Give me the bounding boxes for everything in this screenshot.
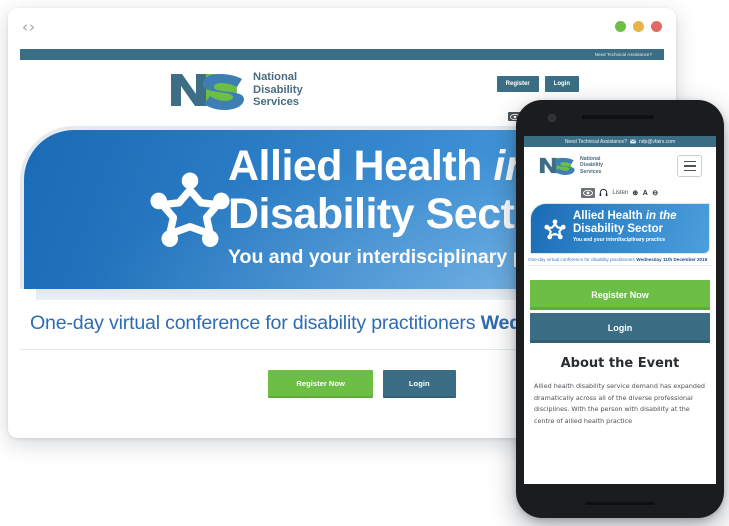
phone-nds-words: National Disability Services <box>580 156 603 175</box>
desktop-assistance-text: Need Technical Assistance? <box>594 52 652 57</box>
phone-bottom-bezel <box>516 484 724 518</box>
phone-hero-title-line2: Disability Sector <box>573 223 664 235</box>
burger-line <box>683 160 696 163</box>
window-close-button[interactable] <box>651 21 662 32</box>
phone-accessibility-toolbar: Listen ⊕ A ⊖ <box>524 185 716 201</box>
nds-word-line1: National <box>253 71 298 84</box>
conference-text: One-day virtual conference for disabilit… <box>30 312 481 334</box>
phone-hero-text: Allied Health in the Disability Sector Y… <box>573 210 677 244</box>
eye-icon[interactable] <box>581 188 596 198</box>
nds-logo[interactable]: National Disability Services <box>168 70 303 110</box>
browser-nav-arrows[interactable]: ‹› <box>22 20 36 35</box>
nds-logo-mark <box>171 74 244 110</box>
nav-forward-icon[interactable]: › <box>29 18 36 36</box>
earpiece-speaker-icon <box>582 115 654 119</box>
listen-label[interactable]: Listen <box>612 190 628 196</box>
burger-line <box>683 165 696 167</box>
decrease-font-icon[interactable]: ⊖ <box>652 189 658 197</box>
phone-nds-line3: Services <box>580 168 602 175</box>
desktop-assistance-strip: Need Technical Assistance? <box>20 49 664 60</box>
phone-hero-wrapper: Allied Health in the Disability Sector Y… <box>530 203 710 254</box>
screenshot-stage: ‹› Need Technical Assistance? National D… <box>0 0 729 526</box>
nds-logo-mark <box>539 157 575 175</box>
phone-top-bezel <box>516 100 724 136</box>
headphones-icon[interactable] <box>599 184 608 202</box>
phone-divider <box>528 265 712 266</box>
hamburger-menu-icon[interactable] <box>677 155 702 177</box>
nav-back-icon[interactable]: ‹ <box>22 18 29 36</box>
phone-assistance-text: Need Technical Assistance? <box>564 138 627 145</box>
phone-hero-banner: Allied Health in the Disability Sector Y… <box>530 203 710 254</box>
about-the-event-paragraph: Allied health disability service demand … <box>534 382 705 425</box>
login-cta-button[interactable]: Login <box>382 370 456 398</box>
burger-line <box>683 169 696 172</box>
phone-login-button[interactable]: Login <box>530 313 710 343</box>
phone-nds-logo[interactable]: National Disability Services <box>538 156 603 175</box>
desktop-hero-text: Allied Health in Disability Sect You and… <box>228 142 531 270</box>
phone-cta-group: Register Now Login <box>530 280 710 343</box>
phone-conference-text: One-day virtual conference for disabilit… <box>528 257 637 262</box>
phone-hero-title-line1: Allied Health in the <box>573 210 677 222</box>
phone-assistance-strip: Need Technical Assistance? ndp@vfairs.co… <box>524 136 716 147</box>
phone-assistance-email[interactable]: ndp@vfairs.com <box>639 139 675 145</box>
register-button[interactable]: Register <box>496 76 539 92</box>
nds-logo-words: National Disability Services <box>253 71 303 109</box>
login-button[interactable]: Login <box>544 76 579 92</box>
window-controls <box>615 21 662 32</box>
phone-conference-date: Wednesday 11th December 2019 <box>636 257 708 262</box>
phone-hero-subtitle: You and your interdisciplinary practice <box>573 237 666 243</box>
hero-subtitle: You and your interdisciplinary p <box>228 246 525 268</box>
home-bar-icon <box>585 502 655 505</box>
phone-device: Need Technical Assistance? ndp@vfairs.co… <box>516 100 724 518</box>
window-maximize-button[interactable] <box>633 21 644 32</box>
mail-icon <box>630 139 636 144</box>
desktop-header-buttons: Register Login <box>496 76 579 92</box>
hero-title-line2: Disability Sect <box>228 190 515 238</box>
about-the-event-heading: About the Event <box>560 356 680 371</box>
phone-nds-line2: Disability <box>580 162 604 169</box>
font-size-label: A <box>642 189 649 197</box>
people-circle-icon <box>150 172 230 247</box>
front-camera-icon <box>548 114 556 122</box>
register-now-button[interactable]: Register Now <box>268 370 373 398</box>
browser-chrome: ‹› <box>8 8 676 49</box>
nds-word-line2: Disability <box>253 83 303 96</box>
phone-conference-line: One-day virtual conference for disabilit… <box>528 257 712 262</box>
increase-font-icon[interactable]: ⊕ <box>632 189 638 197</box>
phone-register-now-button[interactable]: Register Now <box>530 280 710 310</box>
hero-title-line1: Allied Health in <box>228 142 531 190</box>
phone-site-header: National Disability Services <box>524 147 716 185</box>
people-circle-icon <box>544 219 566 240</box>
phone-screen: Need Technical Assistance? ndp@vfairs.co… <box>524 136 716 484</box>
nds-word-line3: Services <box>253 96 300 109</box>
window-minimize-button[interactable] <box>615 21 626 32</box>
